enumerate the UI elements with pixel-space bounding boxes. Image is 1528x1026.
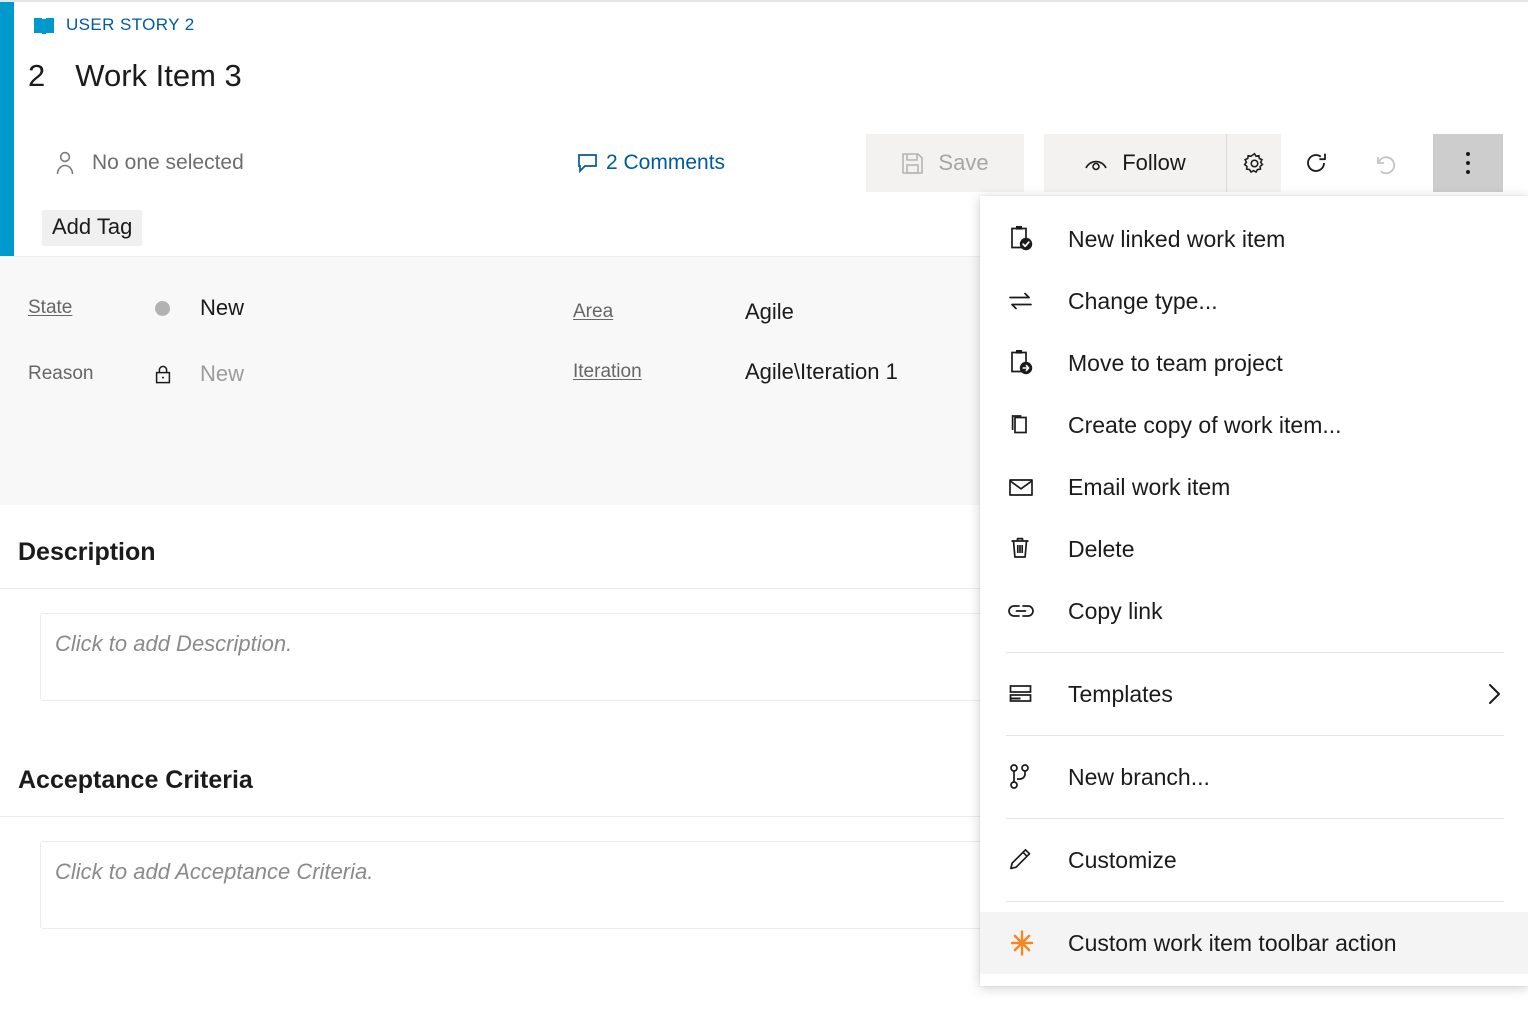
menu-item-label: New linked work item — [1068, 226, 1285, 253]
clipboard-arrow-icon — [1008, 349, 1042, 377]
work-item-form: USER STORY 2 2 Work Item 3 No one select… — [0, 0, 1528, 1026]
menu-separator — [1006, 735, 1504, 736]
pencil-icon — [1008, 847, 1042, 873]
menu-item-label: Customize — [1068, 847, 1177, 874]
menu-item-label: Copy link — [1068, 598, 1163, 625]
follow-button[interactable]: Follow — [1044, 134, 1226, 192]
refresh-icon — [1304, 151, 1328, 175]
work-item-title[interactable]: Work Item 3 — [75, 58, 242, 94]
menu-item-label: Templates — [1068, 681, 1173, 708]
work-item-type-line: USER STORY 2 — [32, 12, 195, 38]
work-item-context-menu: New linked work item Change type... — [980, 196, 1528, 986]
menu-item-delete[interactable]: Delete — [980, 518, 1528, 580]
menu-item-label: Email work item — [1068, 474, 1230, 501]
menu-item-email-work-item[interactable]: Email work item — [980, 456, 1528, 518]
field-reason: Reason New — [28, 361, 244, 387]
chevron-right-icon — [1484, 680, 1504, 708]
kebab-icon — [1466, 152, 1470, 174]
field-area-value: Agile — [745, 299, 794, 325]
menu-item-label: New branch... — [1068, 764, 1210, 791]
menu-item-new-branch[interactable]: New branch... — [980, 746, 1528, 808]
branch-icon — [1008, 763, 1042, 791]
field-area[interactable]: Area Agile — [573, 299, 794, 325]
menu-item-templates[interactable]: Templates — [980, 663, 1528, 725]
comments-label: 2 Comments — [606, 151, 725, 175]
field-iteration-label: Iteration — [573, 361, 745, 383]
lock-icon — [155, 365, 200, 384]
follow-label: Follow — [1122, 150, 1186, 176]
swap-arrows-icon — [1008, 290, 1042, 312]
asterisk-icon — [1008, 929, 1042, 957]
follow-split-button: Follow — [1044, 134, 1281, 192]
follow-settings-button[interactable] — [1227, 134, 1281, 192]
copy-icon — [1008, 412, 1042, 438]
menu-separator — [1006, 818, 1504, 819]
menu-item-label: Change type... — [1068, 288, 1218, 315]
person-icon — [54, 150, 76, 176]
eye-icon — [1084, 155, 1108, 171]
save-label: Save — [938, 150, 988, 176]
book-icon — [32, 15, 56, 35]
acceptance-criteria-placeholder: Click to add Acceptance Criteria. — [41, 842, 373, 885]
menu-item-label: Custom work item toolbar action — [1068, 930, 1397, 957]
trash-icon — [1008, 536, 1042, 562]
menu-separator — [1006, 901, 1504, 902]
description-placeholder: Click to add Description. — [41, 614, 292, 657]
menu-separator — [1006, 652, 1504, 653]
state-dot-icon — [155, 301, 200, 316]
menu-item-label: Move to team project — [1068, 350, 1283, 377]
save-icon — [901, 152, 924, 175]
menu-item-customize[interactable]: Customize — [980, 829, 1528, 891]
field-iteration[interactable]: Iteration Agile\Iteration 1 — [573, 359, 898, 385]
gear-icon — [1243, 152, 1266, 175]
field-state-label: State — [28, 297, 155, 319]
field-iteration-value: Agile\Iteration 1 — [745, 359, 898, 385]
more-options-button[interactable] — [1433, 134, 1503, 192]
undo-button[interactable] — [1351, 134, 1421, 192]
menu-item-move-to-team-project[interactable]: Move to team project — [980, 332, 1528, 394]
work-item-id: 2 — [28, 58, 45, 94]
link-icon — [1008, 602, 1042, 620]
field-reason-label: Reason — [28, 363, 155, 385]
work-item-meta-row: No one selected 2 Comments — [14, 132, 1528, 194]
clipboard-check-icon — [1008, 225, 1042, 253]
work-item-title-row: 2 Work Item 3 — [28, 58, 242, 94]
field-state[interactable]: State New — [28, 295, 244, 321]
refresh-button[interactable] — [1281, 134, 1351, 192]
templates-icon — [1008, 683, 1042, 705]
menu-item-copy-link[interactable]: Copy link — [980, 580, 1528, 642]
menu-item-custom-work-item-toolbar-action[interactable]: Custom work item toolbar action — [980, 912, 1528, 974]
menu-item-label: Delete — [1068, 536, 1134, 563]
menu-item-new-linked-work-item[interactable]: New linked work item — [980, 208, 1528, 270]
menu-item-change-type[interactable]: Change type... — [980, 270, 1528, 332]
menu-item-label: Create copy of work item... — [1068, 412, 1342, 439]
menu-item-create-copy-of-work-item[interactable]: Create copy of work item... — [980, 394, 1528, 456]
assigned-to-label: No one selected — [92, 151, 244, 175]
comment-icon — [577, 153, 598, 173]
add-tag-button[interactable]: Add Tag — [42, 210, 142, 246]
work-item-type-color-bar — [0, 2, 14, 256]
envelope-icon — [1008, 476, 1042, 498]
assigned-to-field[interactable]: No one selected — [54, 144, 244, 182]
field-reason-value: New — [200, 361, 244, 387]
field-state-value: New — [200, 295, 244, 321]
comments-link[interactable]: 2 Comments — [577, 146, 725, 180]
undo-icon — [1374, 151, 1399, 175]
save-button[interactable]: Save — [866, 134, 1024, 192]
work-item-type-label: USER STORY 2 — [66, 15, 195, 35]
field-area-label: Area — [573, 301, 745, 323]
work-item-toolbar: Save Follow — [852, 132, 1503, 194]
